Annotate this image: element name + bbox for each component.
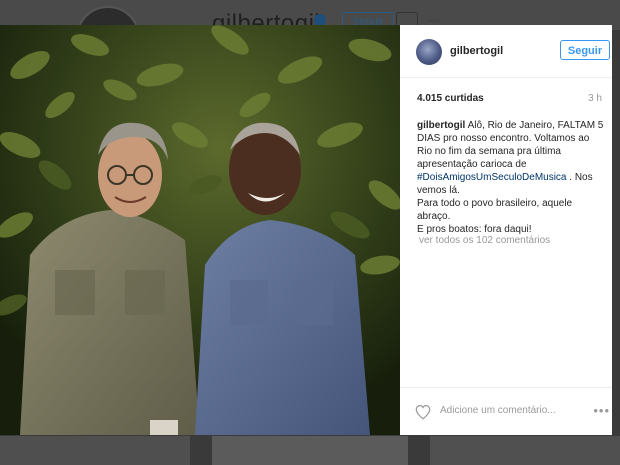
post-modal: gilbertogil Seguir 4.015 curtidas 3 h gi… — [0, 25, 612, 435]
caption-line: Para todo o povo brasileiro, aquele abra… — [417, 198, 573, 222]
post-actions: ••• — [400, 387, 612, 436]
follow-button[interactable]: Seguir — [560, 40, 610, 60]
background-thumbnail-row — [0, 436, 620, 465]
heart-icon[interactable] — [414, 403, 432, 421]
post-timestamp[interactable]: 3 h — [588, 93, 602, 104]
caption-author[interactable]: gilbertogil — [417, 120, 465, 131]
author-avatar[interactable] — [416, 39, 442, 65]
post-header: gilbertogil Seguir — [400, 25, 612, 78]
view-all-comments-link[interactable]: ver todos os 102 comentários — [419, 235, 550, 246]
post-sidebar: gilbertogil Seguir 4.015 curtidas 3 h gi… — [400, 25, 612, 435]
post-photo — [0, 25, 400, 435]
comment-input[interactable] — [440, 405, 570, 416]
like-count[interactable]: 4.015 curtidas — [417, 93, 484, 104]
background-thumbnail — [0, 436, 190, 465]
post-photo-image — [0, 25, 400, 435]
background-thumbnail — [430, 436, 620, 465]
caption-line: E pros boatos: fora daqui! — [417, 224, 532, 235]
author-username[interactable]: gilbertogil — [450, 45, 503, 57]
more-options-icon[interactable]: ••• — [593, 403, 610, 418]
caption-hashtag[interactable]: #DoisAmigosUmSeculoDeMusica — [417, 172, 567, 183]
post-caption: gilbertogil Alô, Rio de Janeiro, FALTAM … — [417, 119, 607, 236]
background-thumbnail — [212, 436, 408, 465]
